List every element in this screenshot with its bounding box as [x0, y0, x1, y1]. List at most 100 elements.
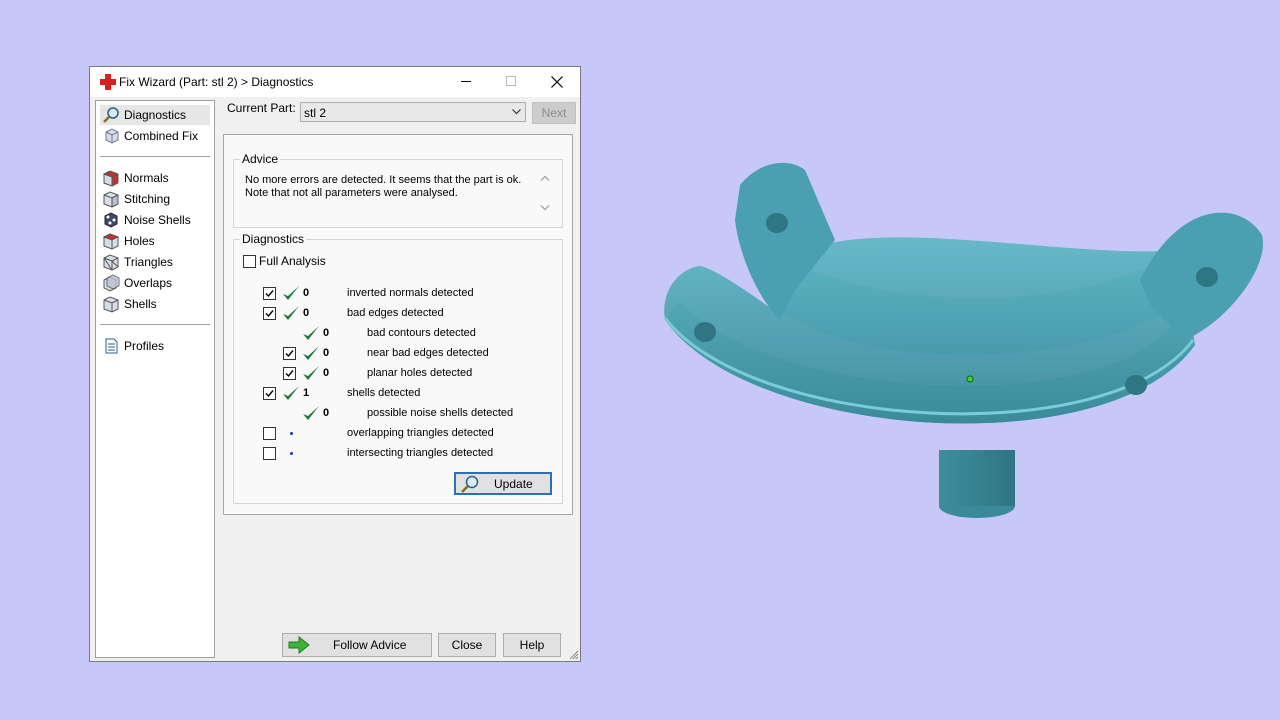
nav-item-stitching[interactable]: Stitching [100, 189, 210, 209]
green-check-icon [303, 326, 319, 340]
scroll-up-icon[interactable] [540, 174, 550, 182]
combined-fix-icon [105, 128, 119, 144]
nav-item-label: Triangles [124, 255, 173, 269]
diagnostics-group: Diagnostics Full Analysis 0 inverted norm… [233, 232, 563, 504]
diagnostic-count: 1 [303, 387, 310, 399]
diagnostic-count: 0 [323, 347, 330, 359]
minimize-button[interactable] [444, 67, 489, 97]
update-button[interactable]: Update [454, 472, 552, 495]
3d-part-model[interactable] [640, 140, 1270, 530]
close-button[interactable]: Close [438, 633, 496, 657]
nav-item-profiles[interactable]: Profiles [100, 336, 210, 356]
maximize-button[interactable] [489, 67, 534, 97]
diagnostic-text: bad edges detected [347, 307, 444, 319]
window-title: Fix Wizard (Part: stl 2) > Diagnostics [119, 75, 314, 89]
help-button[interactable]: Help [503, 633, 561, 657]
nav-item-shells[interactable]: Shells [100, 294, 210, 314]
checkmark-icon [265, 310, 274, 318]
nav-item-label: Noise Shells [124, 213, 191, 227]
fix-wizard-window: Fix Wizard (Part: stl 2) > Diagnostics D… [89, 66, 581, 662]
wizard-nav-panel: Diagnostics Combined Fix Normals Stitchi… [95, 100, 215, 658]
nav-item-overlaps[interactable]: Overlaps [100, 273, 210, 293]
diagnostic-checkbox[interactable] [283, 367, 296, 380]
nav-item-holes[interactable]: Holes [100, 231, 210, 251]
green-check-icon [283, 286, 299, 300]
nav-item-diagnostics[interactable]: Diagnostics [100, 105, 210, 125]
nav-item-combined-fix[interactable]: Combined Fix [100, 126, 210, 146]
diagnostic-text: inverted normals detected [347, 287, 474, 299]
diagnostics-group-title: Diagnostics [240, 232, 307, 246]
nav-item-normals[interactable]: Normals [100, 168, 210, 188]
diagnostic-checkbox[interactable] [283, 347, 296, 360]
triangles-icon [103, 254, 119, 271]
green-check-icon [303, 366, 319, 380]
diagnostic-text: intersecting triangles detected [347, 447, 494, 459]
diagnostic-text: planar holes detected [367, 367, 473, 379]
advice-group: Advice No more errors are detected. It s… [233, 152, 563, 228]
current-part-label: Current Part: [227, 101, 296, 115]
advice-group-title: Advice [240, 152, 281, 166]
nav-item-label: Profiles [124, 339, 165, 353]
close-icon [551, 76, 563, 88]
scroll-down-icon[interactable] [540, 204, 550, 212]
checkmark-icon [285, 370, 294, 378]
nav-item-label: Shells [124, 297, 157, 311]
green-arrow-icon [288, 636, 310, 654]
diagnostic-row: 0 near bad edges detected [234, 344, 562, 364]
diagnostics-icon [103, 107, 119, 123]
maximize-icon [506, 76, 516, 86]
diagnostic-checkbox[interactable] [263, 387, 276, 400]
overlaps-icon [103, 274, 120, 292]
normals-icon [103, 170, 119, 187]
diagnostic-checkbox[interactable] [263, 307, 276, 320]
pending-dot-icon [290, 452, 293, 455]
diagnostic-count: 0 [323, 327, 330, 339]
diagnostic-row: 0 bad edges detected [234, 304, 562, 324]
diagnostic-checkbox[interactable] [263, 287, 276, 300]
diagnostic-row: intersecting triangles detected [234, 444, 562, 464]
profiles-icon [105, 338, 118, 354]
nav-item-noise-shells[interactable]: Noise Shells [100, 210, 210, 230]
nav-item-label: Normals [124, 171, 169, 185]
nav-item-label: Holes [124, 234, 155, 248]
nav-divider [100, 324, 210, 325]
chevron-down-icon [512, 109, 521, 115]
diagnostic-row: 1 shells detected [234, 384, 562, 404]
pending-dot-icon [290, 432, 293, 435]
checkmark-icon [265, 290, 274, 298]
follow-advice-label: Follow Advice [333, 638, 407, 652]
nav-item-triangles[interactable]: Triangles [100, 252, 210, 272]
diagnostic-row: 0 planar holes detected [234, 364, 562, 384]
diagnostic-row: 0 possible noise shells detected [234, 404, 562, 424]
diagnostic-checkbox[interactable] [263, 447, 276, 460]
full-analysis-label: Full Analysis [259, 254, 326, 268]
minimize-icon [461, 81, 471, 82]
diagnostic-text: near bad edges detected [367, 347, 489, 359]
diagnostic-text: shells detected [347, 387, 421, 399]
full-analysis-checkbox[interactable] [243, 255, 256, 268]
diagnostic-checkbox[interactable] [263, 427, 276, 440]
current-part-select[interactable]: stl 2 [300, 102, 526, 122]
green-check-icon [283, 386, 299, 400]
follow-advice-button[interactable]: Follow Advice [282, 633, 432, 657]
diagnostics-panel: Advice No more errors are detected. It s… [223, 134, 573, 515]
update-button-label: Update [494, 477, 533, 491]
resize-grip-icon[interactable] [569, 650, 579, 660]
green-check-icon [303, 346, 319, 360]
holes-icon [102, 233, 120, 250]
diagnostic-row: 0 inverted normals detected [234, 284, 562, 304]
title-bar[interactable]: Fix Wizard (Part: stl 2) > Diagnostics [90, 67, 580, 97]
diagnostic-count: 0 [323, 407, 330, 419]
diagnostic-count: 0 [323, 367, 330, 379]
checkmark-icon [285, 350, 294, 358]
diagnostic-count: 0 [303, 287, 310, 299]
nav-divider [100, 156, 210, 157]
diagnostic-text: possible noise shells detected [367, 407, 514, 419]
next-button[interactable]: Next [532, 102, 576, 124]
nav-item-label: Combined Fix [124, 129, 199, 143]
stitching-icon [103, 191, 119, 208]
nav-item-label: Stitching [124, 192, 171, 206]
close-window-button[interactable] [534, 67, 579, 97]
diagnostic-row: 0 bad contours detected [234, 324, 562, 344]
noise-shells-icon [104, 212, 118, 228]
